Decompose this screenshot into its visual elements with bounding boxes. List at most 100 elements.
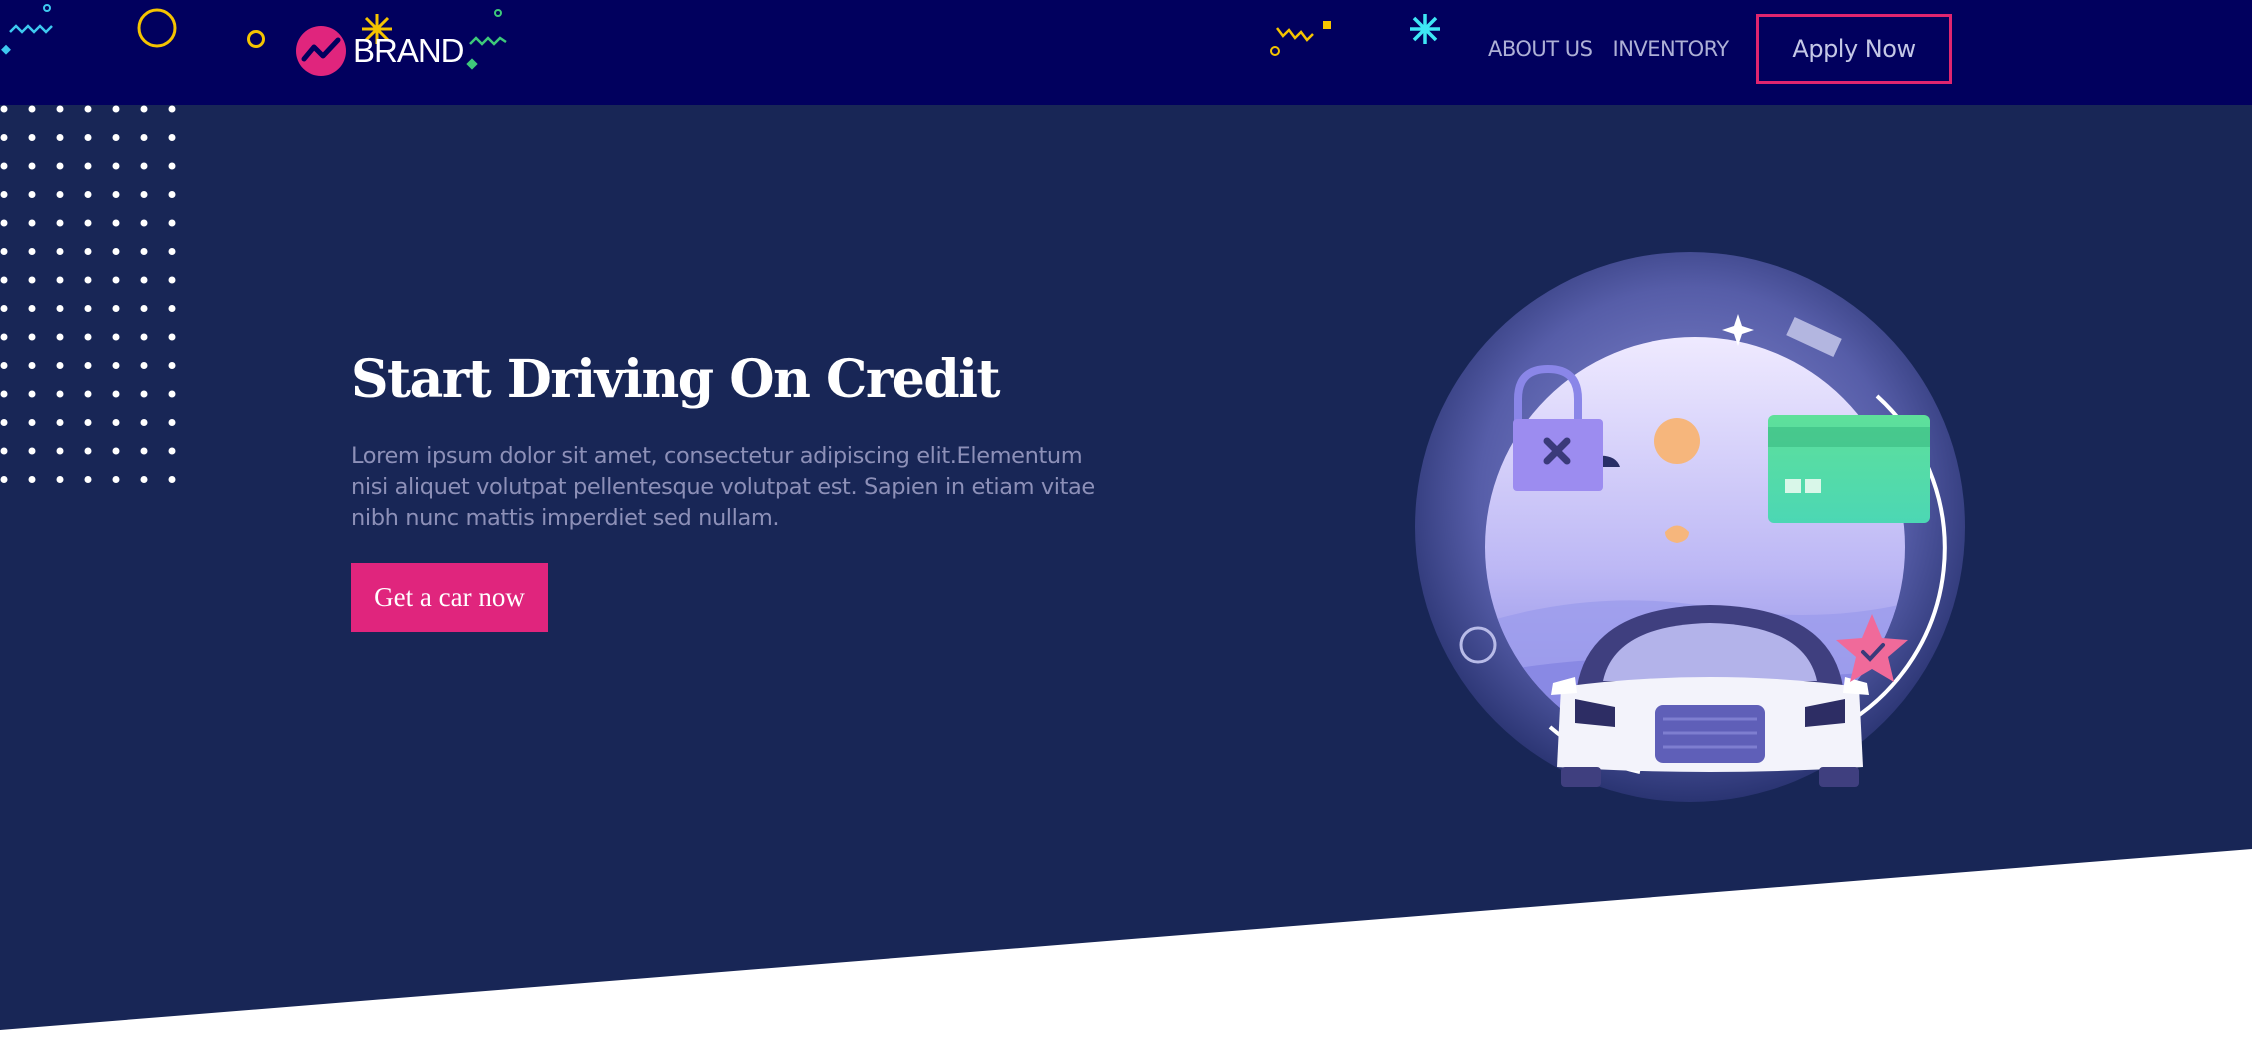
navbar: BRAND ABOUT US INVENTORY Apply Now: [0, 0, 2252, 105]
dot: [28, 333, 36, 341]
dot: [56, 276, 64, 284]
dot: [140, 248, 148, 255]
dot-grid-decoration: [0, 105, 176, 483]
brand-logo-link[interactable]: BRAND: [296, 26, 465, 76]
dot: [56, 105, 64, 113]
dot: [28, 276, 36, 284]
dot: [140, 276, 148, 284]
dot: [84, 305, 92, 312]
dot: [28, 362, 36, 369]
dot: [112, 305, 120, 312]
dot: [168, 390, 176, 398]
dot: [84, 333, 92, 341]
dot: [112, 333, 120, 341]
dot: [28, 476, 36, 483]
dot: [112, 276, 120, 284]
dot: [84, 191, 92, 198]
dot: [56, 248, 64, 255]
dot: [56, 305, 64, 312]
brand-name: BRAND: [353, 32, 465, 69]
dot: [0, 134, 8, 141]
dot: [168, 248, 176, 255]
hero-title: Start Driving On Credit: [351, 349, 1000, 410]
dot: [84, 219, 92, 227]
dot: [112, 419, 120, 426]
main-nav: ABOUT US INVENTORY: [1488, 34, 1749, 64]
dot: [28, 162, 36, 170]
car-credit-illustration: [1415, 252, 1965, 802]
apply-now-button[interactable]: Apply Now: [1756, 14, 1952, 84]
dot: [168, 447, 176, 455]
brand-logo-icon: [296, 26, 346, 76]
dot: [168, 105, 176, 113]
dot: [168, 134, 176, 141]
dot: [0, 390, 8, 398]
dot: [140, 134, 148, 141]
dot: [112, 162, 120, 170]
dot: [112, 105, 120, 113]
dot: [168, 276, 176, 284]
dot: [56, 219, 64, 227]
dot: [168, 219, 176, 227]
get-a-car-button[interactable]: Get a car now: [351, 563, 548, 632]
dot: [140, 362, 148, 369]
dot: [84, 362, 92, 369]
dot: [112, 191, 120, 198]
dot: [84, 276, 92, 284]
dot: [56, 333, 64, 341]
dot: [84, 390, 92, 398]
dot: [0, 419, 8, 426]
dot: [112, 476, 120, 483]
dot: [140, 419, 148, 426]
dot: [0, 276, 8, 284]
dot: [140, 333, 148, 341]
dot: [112, 447, 120, 455]
dot: [0, 105, 8, 113]
dot: [168, 333, 176, 341]
dot: [140, 191, 148, 198]
dot: [56, 162, 64, 170]
dot: [56, 191, 64, 198]
dot: [112, 134, 120, 141]
dot: [56, 419, 64, 426]
dot: [168, 305, 176, 312]
dot: [28, 419, 36, 426]
dot: [28, 390, 36, 398]
dot: [28, 134, 36, 141]
dot: [168, 419, 176, 426]
dot: [112, 248, 120, 255]
dot: [28, 447, 36, 455]
dot: [28, 219, 36, 227]
dot: [140, 219, 148, 227]
dot: [168, 476, 176, 483]
dot: [28, 248, 36, 255]
dot: [168, 162, 176, 170]
hero-section: Start Driving On Credit Lorem ipsum dolo…: [0, 105, 2252, 1030]
dot: [0, 476, 8, 483]
dot: [0, 362, 8, 369]
nav-about-us[interactable]: ABOUT US: [1488, 34, 1593, 64]
dot: [140, 305, 148, 312]
dot: [112, 219, 120, 227]
dot: [84, 248, 92, 255]
dot: [84, 476, 92, 483]
dot: [28, 191, 36, 198]
dot: [168, 362, 176, 369]
dot: [0, 162, 8, 170]
dot: [140, 476, 148, 483]
dot: [140, 105, 148, 113]
dot: [168, 191, 176, 198]
nav-inventory[interactable]: INVENTORY: [1613, 34, 1730, 64]
dot: [112, 390, 120, 398]
dot: [84, 447, 92, 455]
dot: [84, 419, 92, 426]
dot: [112, 362, 120, 369]
dot: [56, 390, 64, 398]
dot: [84, 134, 92, 141]
dot: [140, 162, 148, 170]
dot: [28, 105, 36, 113]
dot: [56, 134, 64, 141]
dot: [0, 248, 8, 255]
dot: [0, 305, 8, 312]
hero-description: Lorem ipsum dolor sit amet, consectetur …: [351, 443, 1095, 531]
